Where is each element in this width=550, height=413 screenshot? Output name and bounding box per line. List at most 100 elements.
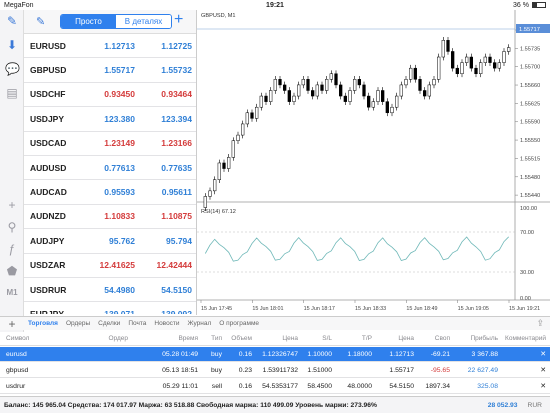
crosshair-icon[interactable]: + (5, 198, 19, 212)
chart-canvas[interactable]: 1.557701.557351.557001.556601.556251.555… (197, 10, 550, 315)
quote-row[interactable]: AUDJPY 95.762 95.794 (24, 229, 196, 254)
tab-details[interactable]: В деталях (116, 15, 171, 28)
position-row[interactable]: eurusd 05.28 01:49 buy 0.16 1.12326747 1.1000… (0, 347, 550, 362)
deposit-icon[interactable]: ⬇ (5, 38, 19, 52)
candle-body (483, 56, 487, 63)
candle-body (390, 106, 394, 114)
position-sl: 58.4500 (307, 382, 332, 390)
candle-body (497, 62, 501, 69)
time-tick-label: 15 Jun 17:45 (201, 306, 232, 312)
candle-body (493, 62, 497, 69)
quote-row[interactable]: USDCHF 0.93450 0.93464 (24, 83, 196, 108)
terminal-tab[interactable]: Сделки (94, 320, 124, 327)
quote-row[interactable]: AUDUSD 0.77613 0.77635 (24, 156, 196, 181)
candle-body (385, 101, 389, 114)
terminal-tab[interactable]: О программе (215, 320, 263, 327)
candle-body (203, 196, 207, 208)
quote-symbol: USDJPY (30, 113, 65, 124)
add-icon[interactable]: + (0, 317, 24, 331)
position-swap: -69.21 (430, 350, 450, 358)
candle-body (227, 157, 231, 169)
quote-symbol: GBPUSD (30, 65, 67, 76)
position-tp: 1.18000 (347, 350, 372, 358)
position-close-icon[interactable]: ✕ (498, 350, 550, 358)
position-type: buy (211, 366, 222, 374)
terminal-tab[interactable]: Ордеры (62, 320, 94, 327)
quote-bid: 0.77613 (104, 162, 135, 173)
candle-body (371, 101, 375, 108)
quote-row[interactable]: AUDNZD 1.10833 1.10875 (24, 205, 196, 230)
rsi-tick-label: 30.00 (520, 270, 534, 276)
document-icon[interactable]: ▤ (5, 86, 19, 100)
account-currency: RUR (527, 401, 543, 409)
candle-body (269, 90, 273, 102)
quote-symbol: EURJPY (30, 308, 65, 314)
position-sl: 1.10000 (307, 350, 332, 358)
candle-body (222, 162, 226, 169)
candle-body (287, 90, 291, 102)
quote-ask: 0.95611 (161, 187, 192, 198)
quote-symbol: EURUSD (30, 40, 66, 51)
price-chart[interactable]: 1.557701.557351.557001.556601.556251.555… (196, 10, 550, 315)
terminal-tab[interactable]: Почта (124, 320, 150, 327)
expand-terminal-icon[interactable]: ⇪ (536, 318, 550, 329)
candle-body (488, 56, 492, 63)
quote-row[interactable]: USDCAD 1.23149 1.23166 (24, 132, 196, 156)
position-swap: 1897.34 (425, 382, 450, 390)
add-symbol-icon[interactable]: + (174, 11, 183, 29)
candle-body (329, 73, 333, 80)
candle-body (465, 56, 469, 63)
candle-body (376, 90, 380, 102)
edit-icon[interactable]: ✎ (36, 15, 45, 28)
candle-body (502, 51, 506, 63)
objects-icon[interactable]: ⬟ (5, 264, 19, 278)
candle-body (441, 40, 445, 58)
tab-simple[interactable]: Просто (61, 15, 116, 28)
pencil-tool-icon[interactable]: ✎ (5, 14, 19, 28)
price-tick-label: 1.55440 (520, 193, 540, 199)
quote-row[interactable]: GBPUSD 1.55717 1.55732 (24, 58, 196, 83)
battery-fill (533, 3, 538, 7)
timeframe-button[interactable]: M1 (5, 286, 19, 300)
quote-row[interactable]: EURUSD 1.12713 1.12725 (24, 34, 196, 59)
quote-ask: 1.55732 (161, 65, 192, 76)
col-current: Цена (398, 334, 414, 342)
position-row[interactable]: usdrur 05.29 11:01 sell 0.16 54.5353177 58.45… (0, 379, 550, 394)
position-row[interactable]: gbpusd 05.13 18:51 buy 0.23 1.53911732 1.5100… (0, 363, 550, 378)
candle-body (278, 79, 282, 86)
candle-body (460, 62, 464, 75)
position-time: 05.13 18:51 (162, 366, 198, 374)
quote-row[interactable]: USDZAR 12.41625 12.42444 (24, 254, 196, 278)
quote-row[interactable]: USDRUR 54.4980 54.5150 (24, 278, 196, 303)
function-icon[interactable]: ƒ (5, 242, 19, 256)
candle-body (409, 67, 413, 80)
candle-body (334, 73, 338, 86)
rsi-tick-label: 100.00 (520, 206, 537, 212)
candle-body (437, 56, 441, 80)
position-sl: 1.51000 (307, 366, 332, 374)
candle-body (474, 67, 478, 75)
position-close-icon[interactable]: ✕ (498, 366, 550, 374)
quote-row[interactable]: AUDCAD 0.95593 0.95611 (24, 180, 196, 205)
quote-row[interactable]: USDJPY 123.380 123.394 (24, 107, 196, 132)
col-tp: T/P (361, 334, 372, 342)
quote-bid: 0.95593 (104, 187, 135, 198)
candle-body (413, 67, 417, 80)
terminal-tab[interactable]: Торговля (24, 320, 62, 327)
col-swap: Своп (434, 334, 450, 342)
clock: 19:21 (266, 1, 284, 9)
candle-body (446, 40, 450, 52)
candle-body (250, 112, 254, 119)
terminal-tab[interactable]: Новости (150, 320, 183, 327)
indicators-icon[interactable]: ⚲ (5, 220, 19, 234)
candle-body (339, 84, 343, 97)
price-tick-label: 1.55515 (520, 156, 540, 162)
col-order: Ордер (108, 334, 128, 342)
col-volume: Объем (231, 334, 252, 342)
position-close-icon[interactable]: ✕ (498, 382, 550, 390)
quote-ask: 95.794 (166, 235, 192, 246)
col-symbol: Символ (6, 334, 30, 342)
terminal-tab[interactable]: Журнал (184, 320, 216, 327)
quote-row[interactable]: EURJPY 139.071 139.092 (24, 302, 196, 314)
chat-icon[interactable]: 💬 (5, 62, 20, 76)
